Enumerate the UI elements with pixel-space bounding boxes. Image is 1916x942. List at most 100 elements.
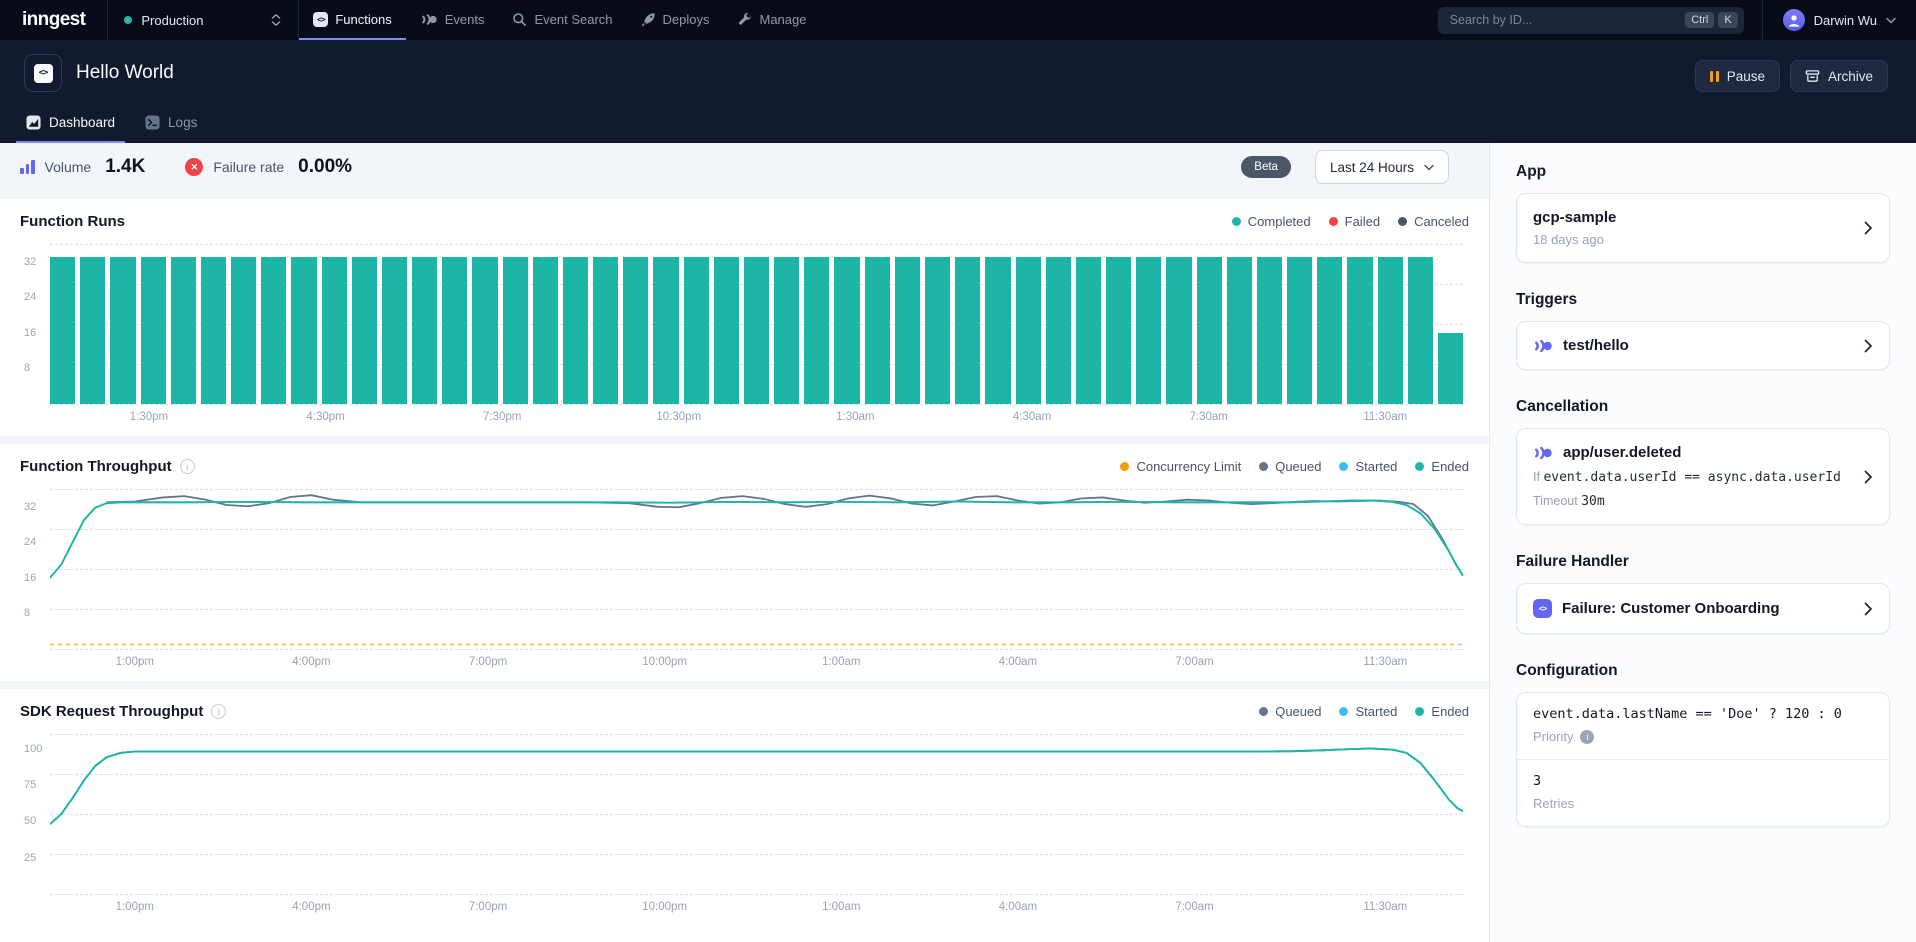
bar[interactable] [895,257,920,404]
bar[interactable] [1287,257,1312,404]
bar[interactable] [1197,257,1222,404]
info-icon[interactable]: i [1580,730,1594,744]
bar[interactable] [744,257,769,404]
nav-tab-events[interactable]: Events [406,0,499,40]
bar[interactable] [533,257,558,404]
bar[interactable] [322,257,347,404]
nav-tab-event-search[interactable]: Event Search [498,0,626,40]
bar[interactable] [684,257,709,404]
bar[interactable] [171,257,196,404]
volume-label: Volume [45,159,92,175]
bar[interactable] [955,257,980,404]
y-axis-tick: 50 [24,815,36,827]
bar[interactable] [653,257,678,404]
cancellation-condition: event.data.userId == async.data.userId [1543,470,1840,485]
trigger-card[interactable]: test/hello [1516,321,1890,370]
nav-tab-deploys[interactable]: Deploys [627,0,724,40]
bar[interactable] [1257,257,1282,404]
archive-button[interactable]: Archive [1790,60,1888,92]
failure-handler-name: Failure: Customer Onboarding [1562,600,1780,617]
failure-handler-card[interactable]: <> Failure: Customer Onboarding [1516,583,1890,634]
if-label: If [1533,470,1540,484]
series-queued [50,749,1463,825]
bar[interactable] [925,257,950,404]
legend-dot [1398,217,1407,226]
function-runs-chart: 32241681:30pm4:30pm7:30pm10:30pm1:30am4:… [20,244,1469,426]
bar[interactable] [774,257,799,404]
y-axis-tick: 24 [24,291,36,303]
configuration-heading: Configuration [1516,662,1890,680]
bar[interactable] [503,257,528,404]
user-name: Darwin Wu [1814,13,1877,28]
failure-handler-section: Failure Handler <> Failure: Customer Onb… [1516,553,1890,634]
bar[interactable] [865,257,890,404]
bar[interactable] [623,257,648,404]
bar[interactable] [1046,257,1071,404]
app-heading: App [1516,163,1890,181]
bar[interactable] [1136,257,1161,404]
time-range-dropdown[interactable]: Last 24 Hours [1315,150,1449,184]
legend-label: Completed [1248,214,1311,229]
archive-label: Archive [1828,69,1873,84]
cancellation-card[interactable]: app/user.deleted If event.data.userId ==… [1516,428,1890,525]
bar[interactable] [442,257,467,404]
bar[interactable] [291,257,316,404]
bar[interactable] [834,257,859,404]
bar[interactable] [1317,257,1342,404]
user-menu[interactable]: Darwin Wu [1763,0,1916,40]
bar[interactable] [352,257,377,404]
bar[interactable] [231,257,256,404]
bar[interactable] [714,257,739,404]
bar[interactable] [110,257,135,404]
nav-tab-functions[interactable]: <> Functions [299,0,405,40]
bar[interactable] [382,257,407,404]
bar[interactable] [563,257,588,404]
function-icon: <> [24,54,62,92]
bar[interactable] [201,257,226,404]
bar[interactable] [1347,257,1372,404]
x-axis-labels: 1:00pm4:00pm7:00pm10:00pm1:00am4:00am7:0… [50,649,1463,671]
x-axis-tick: 4:00am [999,901,1037,913]
bar[interactable] [1106,257,1131,404]
bar[interactable] [593,257,618,404]
bar[interactable] [141,257,166,404]
nav-tab-manage[interactable]: Manage [724,0,821,40]
bar[interactable] [261,257,286,404]
bar[interactable] [1408,257,1433,404]
trigger-event-name: test/hello [1563,337,1629,354]
bar[interactable] [804,257,829,404]
tab-dashboard[interactable]: Dashboard [16,106,125,143]
x-axis-tick: 7:00am [1175,901,1213,913]
legend-item-started: Started [1339,459,1397,474]
bar[interactable] [80,257,105,404]
bar[interactable] [1378,257,1403,404]
bar[interactable] [1227,257,1252,404]
bar[interactable] [985,257,1010,404]
bar[interactable] [1076,257,1101,404]
info-icon[interactable]: i [180,459,195,474]
bar[interactable] [1166,257,1191,404]
bar[interactable] [1438,333,1463,404]
search-input[interactable] [1450,13,1682,27]
x-axis-tick: 7:00am [1175,656,1213,668]
tab-logs[interactable]: Logs [135,106,207,143]
app-name: gcp-sample [1533,209,1849,226]
x-axis-tick: 1:00am [822,901,860,913]
volume-stat: Volume 1.4K [20,156,145,178]
bar[interactable] [412,257,437,404]
bar[interactable] [1016,257,1041,404]
failure-rate-value: 0.00% [298,156,352,178]
search-box[interactable]: Ctrl K [1438,7,1744,34]
legend-label: Failed [1345,214,1380,229]
environment-switcher[interactable]: Production [108,0,298,40]
bar[interactable] [50,257,75,404]
pause-button[interactable]: Pause [1695,60,1780,92]
x-axis-labels: 1:00pm4:00pm7:00pm10:00pm1:00am4:00am7:0… [50,894,1463,916]
x-axis-tick: 1:30pm [130,411,168,423]
bar[interactable] [472,257,497,404]
x-axis-tick: 10:30pm [656,411,701,423]
info-icon[interactable]: i [211,704,226,719]
app-card[interactable]: gcp-sample 18 days ago [1516,193,1890,263]
legend-item-started: Started [1339,704,1397,719]
retries-value: 3 [1533,773,1873,789]
